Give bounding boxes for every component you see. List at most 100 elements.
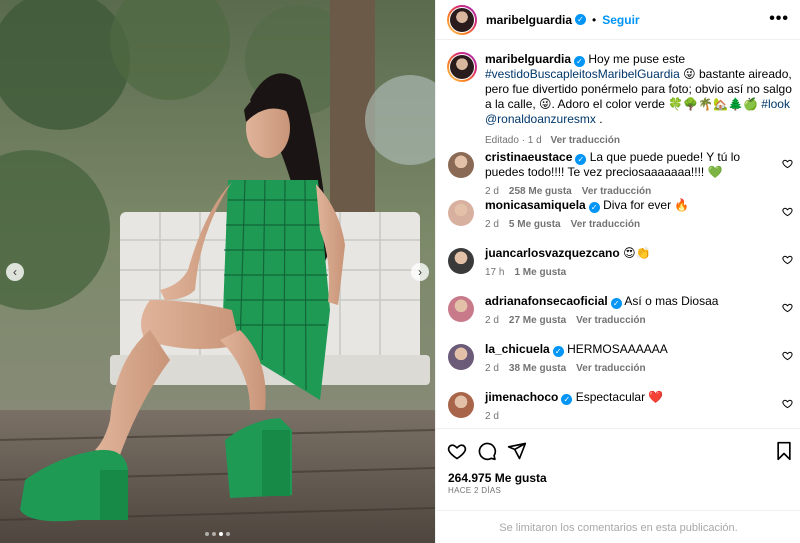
- commenter-username[interactable]: monicasamiquela: [485, 198, 586, 212]
- comment-time: 2 d: [485, 363, 499, 374]
- hashtag-link[interactable]: #look: [761, 97, 790, 111]
- comment-text: HERMOSAAAAAA: [567, 342, 668, 356]
- comment-body: juancarlosvazquezcano 😍👏: [485, 246, 797, 261]
- comment-item: la_chicuela ✓ HERMOSAAAAAA 2 d 38 Me gusta V…: [447, 342, 797, 390]
- comment-text: Espectacular ❤️: [575, 390, 664, 404]
- post-header: maribelguardia ✓ • Seguir •••: [436, 0, 800, 40]
- comment-item: cristinaeustace ✓ La que puede puede! Y t…: [447, 150, 797, 198]
- comment-like-heart-icon[interactable]: [782, 350, 793, 361]
- hashtag-link[interactable]: #vestidoBuscapleitosMaribelGuardia: [485, 67, 680, 81]
- caption-meta: Editado · 1 d Ver traducción: [485, 135, 792, 146]
- comment-like-heart-icon[interactable]: [782, 158, 793, 169]
- carousel-dot: [226, 532, 230, 536]
- comment-text: 😍👏: [623, 246, 651, 260]
- comment-like-heart-icon[interactable]: [782, 302, 793, 313]
- next-slide-button[interactable]: ›: [411, 263, 429, 281]
- carousel-indicator: [205, 532, 230, 536]
- separator: •: [592, 12, 597, 27]
- comment-text: Diva for ever 🔥: [603, 198, 690, 212]
- commenter-avatar[interactable]: [448, 200, 474, 226]
- comment-meta: 17 h 1 Me gusta: [485, 267, 797, 278]
- caption-text-part: .: [599, 112, 603, 126]
- caption-username[interactable]: maribelguardia: [485, 52, 571, 66]
- carousel-dot: [212, 532, 216, 536]
- post-side-panel: maribelguardia ✓ • Seguir ••• maribelgua…: [435, 0, 800, 543]
- comment-like-heart-icon[interactable]: [782, 254, 793, 265]
- comments-limited-notice: Se limitaron los comentarios en esta pub…: [436, 510, 800, 543]
- verified-badge-icon: ✓: [575, 154, 587, 165]
- see-translation-button[interactable]: Ver traducción: [576, 315, 645, 326]
- comment-like-heart-icon[interactable]: [782, 398, 793, 409]
- commenter-username[interactable]: la_chicuela: [485, 342, 550, 356]
- commenter-avatar[interactable]: [448, 344, 474, 370]
- comment-item: monicasamiquela ✓ Diva for ever 🔥 2 d 5 Me …: [447, 198, 797, 246]
- carousel-dot: [205, 532, 209, 536]
- see-translation-button[interactable]: Ver traducción: [551, 135, 620, 146]
- see-translation-button[interactable]: Ver traducción: [571, 219, 640, 230]
- commenter-avatar[interactable]: [448, 296, 474, 322]
- previous-slide-button[interactable]: ‹: [6, 263, 24, 281]
- comment-body: cristinaeustace ✓ La que puede puede! Y t…: [485, 150, 797, 180]
- verified-badge-icon: ✓: [588, 202, 600, 213]
- comment-like-heart-icon[interactable]: [782, 206, 793, 217]
- verified-badge-icon: ✓: [610, 298, 622, 309]
- carousel-dot-active: [219, 532, 223, 536]
- comment-likes[interactable]: 1 Me gusta: [514, 267, 566, 278]
- action-bar: 264.975 Me gusta HACE 2 DÍAS Se limitaro…: [436, 428, 800, 543]
- comment-meta: 2 d 38 Me gusta Ver traducción: [485, 363, 797, 374]
- post-date[interactable]: HACE 2 DÍAS: [448, 486, 501, 495]
- comment-likes[interactable]: 38 Me gusta: [509, 363, 566, 374]
- verified-badge-icon: ✓: [552, 346, 564, 357]
- commenter-avatar[interactable]: [448, 392, 474, 418]
- more-options-icon[interactable]: •••: [769, 11, 789, 27]
- verified-badge-icon: ✓: [561, 394, 573, 405]
- comment-item: adrianafonsecaoficial ✓ Así o mas Diosaa 2…: [447, 294, 797, 342]
- comment-meta: 2 d 258 Me gusta Ver traducción: [485, 186, 797, 197]
- chevron-left-icon: ‹: [13, 265, 17, 279]
- see-translation-button[interactable]: Ver traducción: [576, 363, 645, 374]
- post-image: [0, 0, 435, 543]
- mention-link[interactable]: @ronaldoanzuresmx: [485, 112, 596, 126]
- like-heart-icon[interactable]: [447, 441, 467, 461]
- comment-body: la_chicuela ✓ HERMOSAAAAAA: [485, 342, 797, 357]
- share-icon[interactable]: [507, 441, 527, 461]
- caption-avatar-ring[interactable]: [447, 52, 477, 82]
- author-avatar-ring[interactable]: [447, 4, 477, 35]
- commenter-avatar[interactable]: [448, 248, 474, 274]
- comment-meta: 2 d: [485, 411, 797, 422]
- save-bookmark-icon[interactable]: [775, 441, 793, 461]
- comment-time: 2 d: [485, 315, 499, 326]
- caption-text-part: Hoy me puse este: [588, 52, 686, 66]
- comment-item: jimenachoco ✓ Espectacular ❤️ 2 d: [447, 390, 797, 428]
- comment-text: Así o mas Diosaa: [624, 294, 719, 308]
- see-translation-button[interactable]: Ver traducción: [582, 186, 651, 197]
- comments-list[interactable]: cristinaeustace ✓ La que puede puede! Y t…: [447, 150, 797, 428]
- commenter-avatar[interactable]: [448, 152, 474, 178]
- comment-item: juancarlosvazquezcano 😍👏 17 h 1 Me gusta: [447, 246, 797, 294]
- comment-body: jimenachoco ✓ Espectacular ❤️: [485, 390, 797, 405]
- comment-likes[interactable]: 27 Me gusta: [509, 315, 566, 326]
- comment-meta: 2 d 27 Me gusta Ver traducción: [485, 315, 797, 326]
- verified-badge-icon: ✓: [574, 56, 586, 67]
- comment-icon[interactable]: [477, 441, 497, 461]
- comment-likes[interactable]: 5 Me gusta: [509, 219, 561, 230]
- follow-button[interactable]: Seguir: [602, 13, 639, 27]
- commenter-username[interactable]: cristinaeustace: [485, 150, 572, 164]
- author-username[interactable]: maribelguardia: [486, 13, 572, 27]
- avatar: [450, 7, 474, 32]
- comment-time: 17 h: [485, 267, 505, 278]
- caption-text: maribelguardia ✓ Hoy me puse este #vestid…: [485, 52, 792, 127]
- comment-time: 2 d: [485, 186, 499, 197]
- caption: maribelguardia ✓ Hoy me puse este #vestid…: [447, 52, 792, 146]
- comment-body: adrianafonsecaoficial ✓ Así o mas Diosaa: [485, 294, 797, 309]
- commenter-username[interactable]: jimenachoco: [485, 390, 558, 404]
- comment-likes[interactable]: 258 Me gusta: [509, 186, 572, 197]
- commenter-username[interactable]: adrianafonsecaoficial: [485, 294, 608, 308]
- likes-count[interactable]: 264.975 Me gusta: [448, 471, 547, 485]
- chevron-right-icon: ›: [418, 265, 422, 279]
- edited-time: Editado · 1 d: [485, 135, 542, 146]
- post-photo[interactable]: ‹ ›: [0, 0, 435, 543]
- comment-body: monicasamiquela ✓ Diva for ever 🔥: [485, 198, 797, 213]
- commenter-username[interactable]: juancarlosvazquezcano: [485, 246, 620, 260]
- comment-time: 2 d: [485, 411, 499, 422]
